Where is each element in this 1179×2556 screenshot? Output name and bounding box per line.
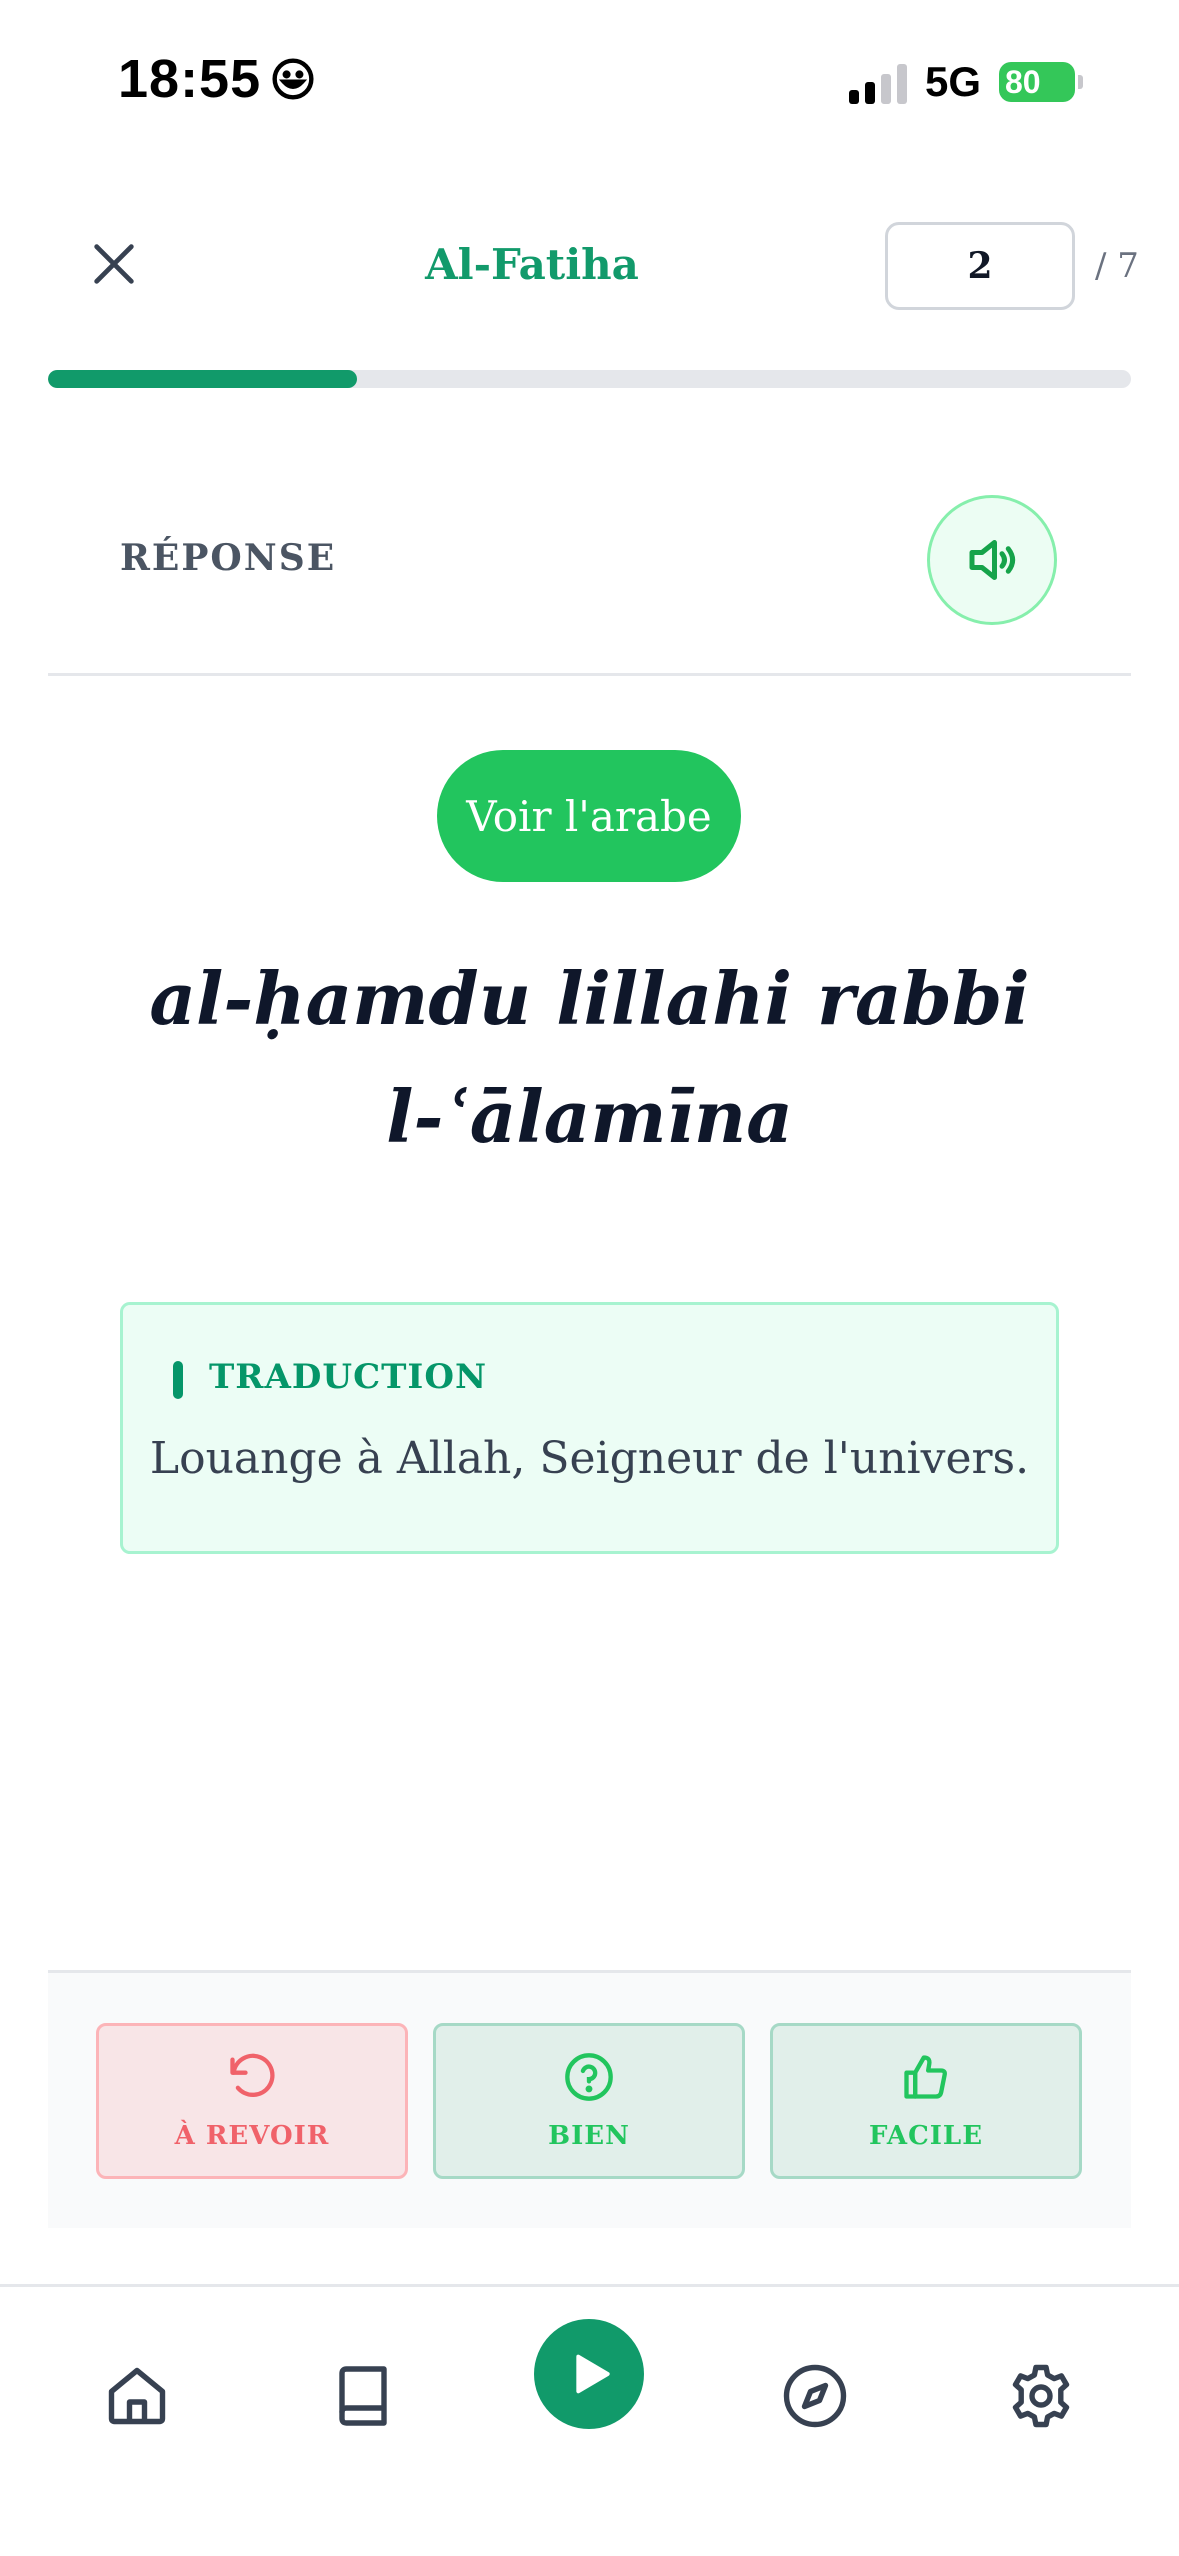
undo-icon xyxy=(230,2053,275,2097)
nav-explore[interactable] xyxy=(760,2341,870,2451)
play-audio-button[interactable] xyxy=(927,495,1057,625)
smiley-icon xyxy=(272,58,314,100)
transliteration-text: al-ḥamdu lillahi rabbi l-ʿālamīna xyxy=(149,956,1030,1159)
again-label: À REVOIR xyxy=(174,2121,330,2151)
verse-number-input[interactable]: 2 xyxy=(885,222,1075,310)
status-indicators: 5G 80 xyxy=(848,58,1083,106)
nav-home[interactable] xyxy=(82,2341,192,2451)
status-time-text: 18:55 xyxy=(118,49,262,109)
divider xyxy=(48,673,1131,676)
battery-level: 80 xyxy=(1005,63,1041,100)
nav-settings[interactable] xyxy=(986,2341,1096,2451)
translation-card: TRADUCTION Louange à Allah, Seigneur de … xyxy=(120,1302,1059,1554)
easy-label: FACILE xyxy=(868,2121,984,2151)
nav-play-button[interactable] xyxy=(534,2319,644,2429)
translation-accent xyxy=(173,1361,183,1399)
progress-bar xyxy=(48,370,1131,388)
home-icon xyxy=(108,2367,166,2425)
progress-fill xyxy=(48,370,357,388)
translation-label: TRADUCTION xyxy=(209,1357,488,1397)
again-button[interactable]: À REVOIR xyxy=(96,2023,408,2179)
status-time: 18:55 xyxy=(118,48,315,110)
easy-button[interactable]: FACILE xyxy=(770,2023,1082,2179)
help-circle-icon xyxy=(565,2053,613,2101)
bottom-nav xyxy=(0,2284,1179,2556)
network-type: 5G xyxy=(924,58,981,105)
signal-icon xyxy=(848,60,907,104)
speaker-icon xyxy=(969,540,1016,580)
good-label: BIEN xyxy=(548,2121,630,2151)
compass-icon xyxy=(783,2364,847,2428)
play-icon xyxy=(576,2354,610,2394)
settings-icon xyxy=(1012,2364,1070,2428)
verse-total: / 7 xyxy=(1095,246,1139,286)
rating-panel: À REVOIR BIEN FACILE xyxy=(48,1970,1131,2228)
translation-text: Louange à Allah, Seigneur de l'univers. xyxy=(149,1433,1030,1484)
section-label: RÉPONSE xyxy=(120,537,337,579)
battery-icon: 80 xyxy=(999,62,1083,102)
nav-library[interactable] xyxy=(308,2341,418,2451)
thumbs-up-icon xyxy=(904,2055,947,2099)
book-icon xyxy=(339,2366,387,2426)
show-arabic-button[interactable]: Voir l'arabe xyxy=(437,750,741,882)
good-button[interactable]: BIEN xyxy=(433,2023,745,2179)
